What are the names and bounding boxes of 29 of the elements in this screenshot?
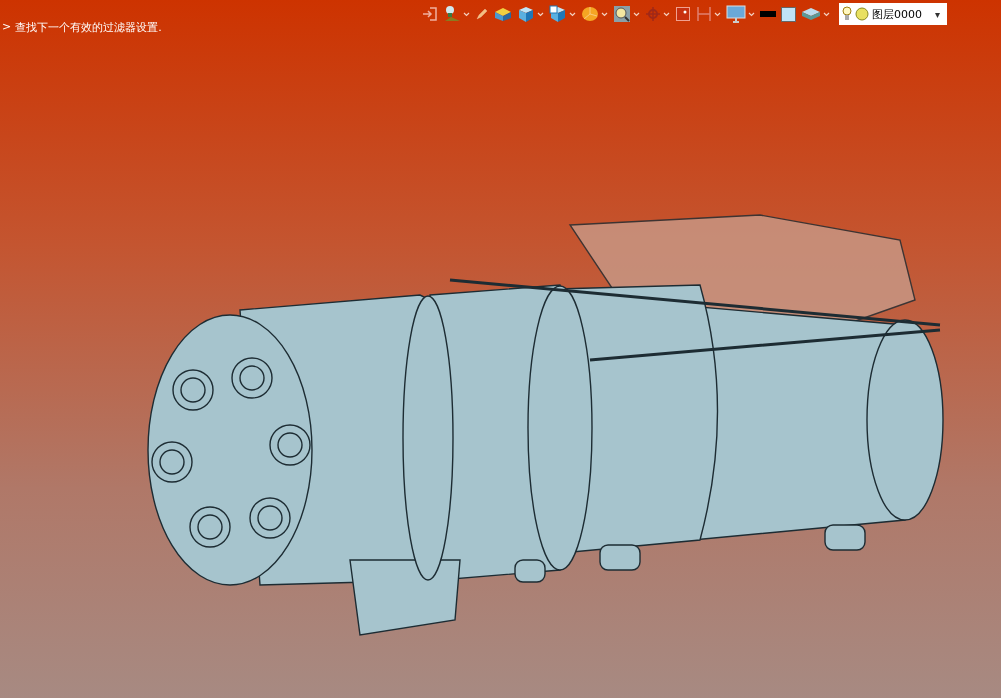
caret-icon[interactable] <box>748 11 755 17</box>
lamp-icon[interactable] <box>443 5 461 23</box>
command-prompt: > <box>2 20 12 35</box>
caret-icon[interactable] <box>714 11 721 17</box>
search-icon[interactable] <box>613 5 631 23</box>
caret-icon[interactable] <box>823 11 830 17</box>
line-color-swatch[interactable] <box>760 11 776 17</box>
layer-dropdown[interactable]: 图层0000 ▾ <box>839 3 947 25</box>
pie-icon[interactable] <box>581 6 599 22</box>
caret-icon[interactable] <box>569 11 576 17</box>
caret-icon[interactable] <box>663 11 670 17</box>
monitor-icon[interactable] <box>726 5 746 23</box>
dropdown-caret: ▾ <box>934 8 940 20</box>
caret-icon[interactable] <box>601 11 608 17</box>
sun-icon <box>855 7 869 21</box>
caret-icon[interactable] <box>463 11 470 17</box>
cube-icon[interactable] <box>549 5 567 23</box>
caret-icon[interactable] <box>537 11 544 17</box>
pencil-icon[interactable] <box>475 7 489 21</box>
box-icon[interactable] <box>494 6 512 22</box>
exit-icon[interactable] <box>422 6 438 22</box>
frame-icon[interactable] <box>675 6 691 22</box>
cube-icon[interactable] <box>517 5 535 23</box>
caret-icon[interactable] <box>633 11 640 17</box>
fill-color-swatch[interactable] <box>781 6 796 22</box>
lightbulb-icon <box>842 6 852 22</box>
layer-name: 图层0000 <box>872 6 923 22</box>
layers-icon[interactable] <box>801 7 821 21</box>
command-message: 查找下一个有效的过滤器设置. <box>15 20 162 35</box>
